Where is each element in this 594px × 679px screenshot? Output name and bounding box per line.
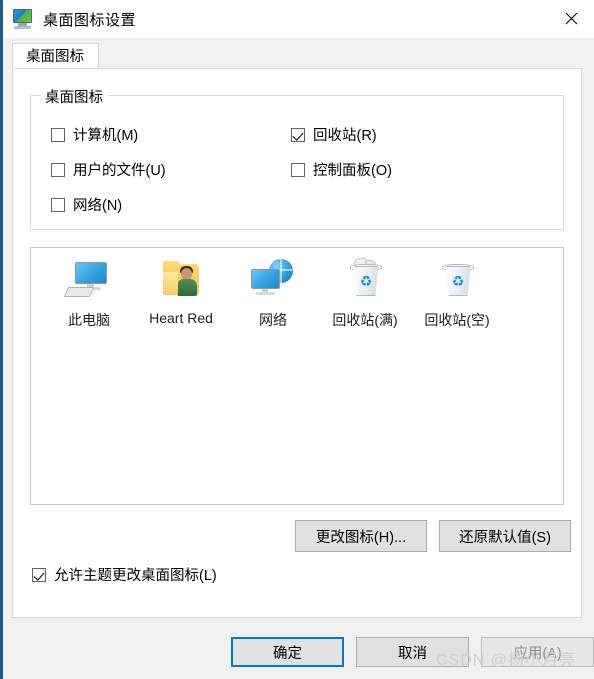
change-icon-button[interactable]: 更改图标(H)... (295, 520, 427, 552)
desktop-icons-groupbox: 桌面图标 计算机(M) 用户的文件(U) 网络(N) 回收站(R) 控制面板(O… (30, 86, 564, 230)
checkbox-control-panel-box[interactable] (291, 162, 305, 177)
preview-label-user-folder: Heart Red (149, 310, 213, 326)
restore-default-button[interactable]: 还原默认值(S) (439, 520, 571, 552)
recycle-bin-empty-icon: ♻ (431, 256, 483, 306)
checkbox-computer-label: 计算机(M) (73, 128, 139, 144)
apply-button: 应用(A) (481, 637, 594, 667)
preview-item-network[interactable]: 网络 (227, 256, 319, 330)
close-icon[interactable] (548, 0, 594, 36)
dialog-footer: 确定 取消 应用(A) (3, 618, 594, 679)
checkbox-computer-box[interactable] (51, 127, 65, 142)
checkbox-allow-theme-change[interactable]: 允许主题更改桌面图标(L) (32, 564, 217, 585)
checkbox-control-panel-label: 控制面板(O) (313, 163, 392, 179)
tab-desktop-icons[interactable]: 桌面图标 (12, 43, 99, 68)
checkbox-user-files-box[interactable] (51, 162, 65, 177)
checkbox-allow-theme-change-box[interactable] (32, 567, 46, 582)
checkbox-allow-theme-change-label: 允许主题更改桌面图标(L) (54, 568, 217, 584)
user-folder-icon (155, 256, 207, 306)
preview-label-recycle-bin-full: 回收站(满) (332, 312, 398, 328)
preview-item-user-folder[interactable]: Heart Red (135, 256, 227, 330)
preview-item-this-pc[interactable]: 此电脑 (43, 256, 135, 330)
checkbox-computer[interactable]: 计算机(M) (51, 124, 138, 145)
checkbox-recycle-bin-box[interactable] (291, 127, 305, 142)
groupbox-legend: 桌面图标 (41, 86, 108, 107)
preview-label-this-pc: 此电脑 (68, 312, 110, 328)
checkbox-recycle-bin[interactable]: 回收站(R) (291, 124, 377, 145)
ok-button[interactable]: 确定 (231, 637, 344, 667)
checkbox-network-box[interactable] (51, 197, 65, 212)
window-title: 桌面图标设置 (43, 11, 137, 29)
checkbox-control-panel[interactable]: 控制面板(O) (291, 159, 392, 180)
network-icon (247, 256, 299, 306)
recycle-bin-full-icon: ♻ (339, 256, 391, 306)
checkbox-network-label: 网络(N) (73, 198, 123, 214)
tab-strip: 桌面图标 (3, 38, 594, 68)
preview-label-recycle-bin-empty: 回收站(空) (424, 312, 490, 328)
cancel-button[interactable]: 取消 (356, 637, 469, 667)
preview-item-recycle-bin-empty[interactable]: ♻ 回收站(空) (411, 256, 503, 330)
checkbox-network[interactable]: 网络(N) (51, 194, 122, 215)
icon-preview-list: 此电脑 Heart Red 网络 ♻ 回收站(满) ♻ 回收站(空) (43, 256, 503, 330)
monitor-settings-icon (12, 8, 34, 30)
checkbox-user-files[interactable]: 用户的文件(U) (51, 159, 166, 180)
preview-item-recycle-bin-full[interactable]: ♻ 回收站(满) (319, 256, 411, 330)
this-pc-icon (63, 256, 115, 306)
checkbox-user-files-label: 用户的文件(U) (73, 163, 166, 179)
preview-label-network: 网络 (259, 312, 287, 328)
tab-panel-desktop-icons: 桌面图标 计算机(M) 用户的文件(U) 网络(N) 回收站(R) 控制面板(O… (12, 68, 582, 618)
desktop-icon-settings-dialog: 桌面图标设置 桌面图标 桌面图标 计算机(M) 用户的文件(U) 网络(N) 回… (0, 0, 594, 679)
title-bar: 桌面图标设置 (3, 0, 594, 38)
icon-preview-panel: 此电脑 Heart Red 网络 ♻ 回收站(满) ♻ 回收站(空) (30, 247, 564, 505)
checkbox-recycle-bin-label: 回收站(R) (313, 128, 377, 144)
